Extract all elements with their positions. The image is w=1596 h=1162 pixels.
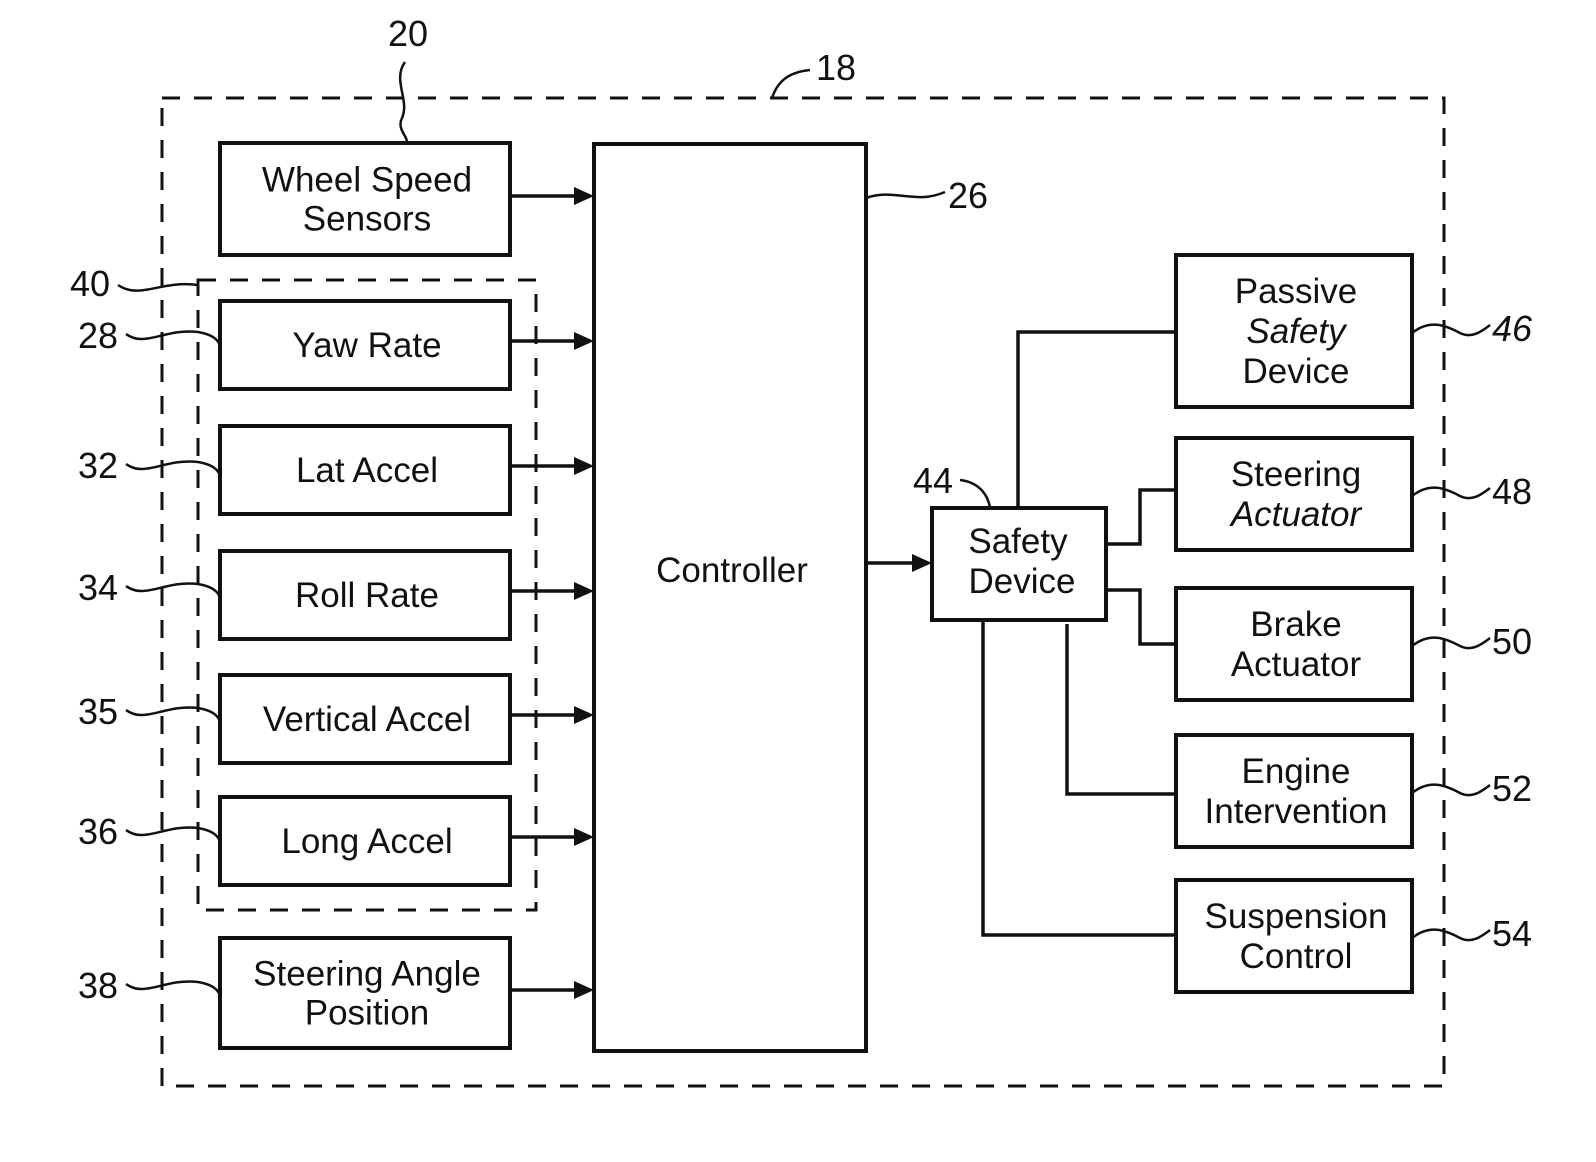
output-actuators: PassiveSafetyDevice46SteeringActuator48B… [1174,253,1533,994]
engine-intervention-label-line-1: Engine [1242,752,1351,791]
output-steering-actuator: SteeringActuator 48 [1174,436,1532,552]
steering-angle-position-arrowhead [574,981,594,999]
engine-intervention-ref-label: 52 [1492,768,1532,809]
input-vertical-accel: Vertical Accel 35 [78,673,594,765]
wheel-speed-sensors-ref-leader [398,61,408,144]
controller-ref-label: 26 [948,175,988,216]
input-sensors: Wheel SpeedSensors 20 Yaw Rate 28 Lat Accel 3… [78,13,594,1050]
input-yaw-rate: Yaw Rate 28 [78,299,594,391]
roll-rate-arrowhead [574,582,594,600]
wire-to-steering-actuator [1106,488,1176,546]
long-accel-ref-label: 36 [78,811,118,852]
passive-safety-device-label-line-1: Passive [1235,272,1358,311]
vertical-accel-ref-label: 35 [78,691,118,732]
steering-angle-position-label-line-1: Steering Angle [253,955,481,994]
safety-device-label-line-2: Device [969,562,1076,601]
wheel-speed-sensors-label-line-1: Wheel Speed [262,161,472,200]
system-ref-leader [770,68,811,99]
yaw-rate-label-line-1: Yaw Rate [292,326,441,365]
output-passive-safety-device: PassiveSafetyDevice 46 [1174,253,1533,409]
steering-actuator-ref-label: 48 [1492,471,1532,512]
vertical-accel-arrowhead [574,706,594,724]
wheel-speed-sensors-arrowhead [574,187,594,205]
controller-ref-leader [865,190,946,200]
suspension-control-label-line-2: Control [1240,937,1353,976]
controller-label: Controller [656,551,808,590]
vertical-accel-label-line-1: Vertical Accel [263,700,471,739]
lat-accel-ref-leader [125,460,222,477]
passive-safety-device-label-line-3: Device [1243,352,1350,391]
passive-safety-device-label-line-2: Safety [1246,312,1348,351]
suspension-control-label-line-1: Suspension [1205,897,1388,936]
system-ref-label: 18 [816,47,856,88]
suspension-control-ref-leader [1411,928,1491,942]
input-long-accel: Long Accel 36 [78,795,594,887]
wire-to-engine-intervention [1065,624,1176,796]
steering-actuator-ref-leader [1411,486,1491,500]
engine-intervention-label-line-2: Intervention [1205,792,1388,831]
brake-actuator-label-line-1: Brake [1250,605,1341,644]
lat-accel-arrowhead [574,457,594,475]
brake-actuator-ref-label: 50 [1492,621,1532,662]
suspension-control-ref-label: 54 [1492,913,1532,954]
input-lat-accel: Lat Accel 32 [78,424,594,516]
steering-angle-position-ref-label: 38 [78,965,118,1006]
yaw-rate-ref-label: 28 [78,315,118,356]
roll-rate-ref-leader [125,582,222,599]
brake-actuator-label-line-2: Actuator [1231,645,1362,684]
long-accel-label-line-1: Long Accel [281,822,452,861]
input-wheel-speed-sensors: Wheel SpeedSensors 20 [218,13,594,257]
vehicle-safety-system-block-diagram: 18 40 Controller 26 Wheel SpeedSensors 20… [70,13,1533,1088]
steering-angle-position-label-line-2: Position [305,994,430,1033]
roll-rate-ref-label: 34 [78,567,118,608]
lat-accel-label-line-1: Lat Accel [296,451,438,490]
wire-to-suspension-control [981,620,1176,937]
steering-angle-position-ref-leader [125,980,222,997]
engine-intervention-ref-leader [1411,783,1491,797]
lat-accel-ref-label: 32 [78,445,118,486]
yaw-rate-ref-leader [125,330,222,347]
sensor-cluster-ref-leader [117,282,199,292]
safety-device-label-line-1: Safety [968,522,1068,561]
steering-actuator-label-line-1: Steering [1231,455,1361,494]
vertical-accel-ref-leader [125,706,222,723]
steering-actuator-label-line-2: Actuator [1229,495,1363,534]
controller-to-safety-arrowhead [912,554,932,572]
output-brake-actuator: BrakeActuator 50 [1174,586,1532,702]
yaw-rate-arrowhead [574,332,594,350]
sensor-cluster-ref-label: 40 [70,263,110,304]
roll-rate-label-line-1: Roll Rate [295,576,439,615]
brake-actuator-ref-leader [1411,636,1491,650]
output-engine-intervention: EngineIntervention 52 [1174,733,1532,849]
safety-device-ref-label: 44 [913,460,953,501]
passive-safety-device-ref-leader [1411,323,1491,337]
wire-to-passive-safety [1016,330,1176,508]
wheel-speed-sensors-label-line-2: Sensors [303,200,431,239]
wire-to-brake-actuator [1106,588,1176,646]
safety-device-ref-leader [959,478,992,509]
long-accel-ref-leader [125,826,222,843]
long-accel-arrowhead [574,828,594,846]
wheel-speed-sensors-ref-label: 20 [388,13,428,54]
controller-block [592,142,868,1053]
input-steering-angle-position: Steering AnglePosition 38 [78,936,594,1050]
output-suspension-control: SuspensionControl 54 [1174,878,1532,994]
passive-safety-device-ref-label: 46 [1492,308,1533,349]
input-roll-rate: Roll Rate 34 [78,549,594,641]
